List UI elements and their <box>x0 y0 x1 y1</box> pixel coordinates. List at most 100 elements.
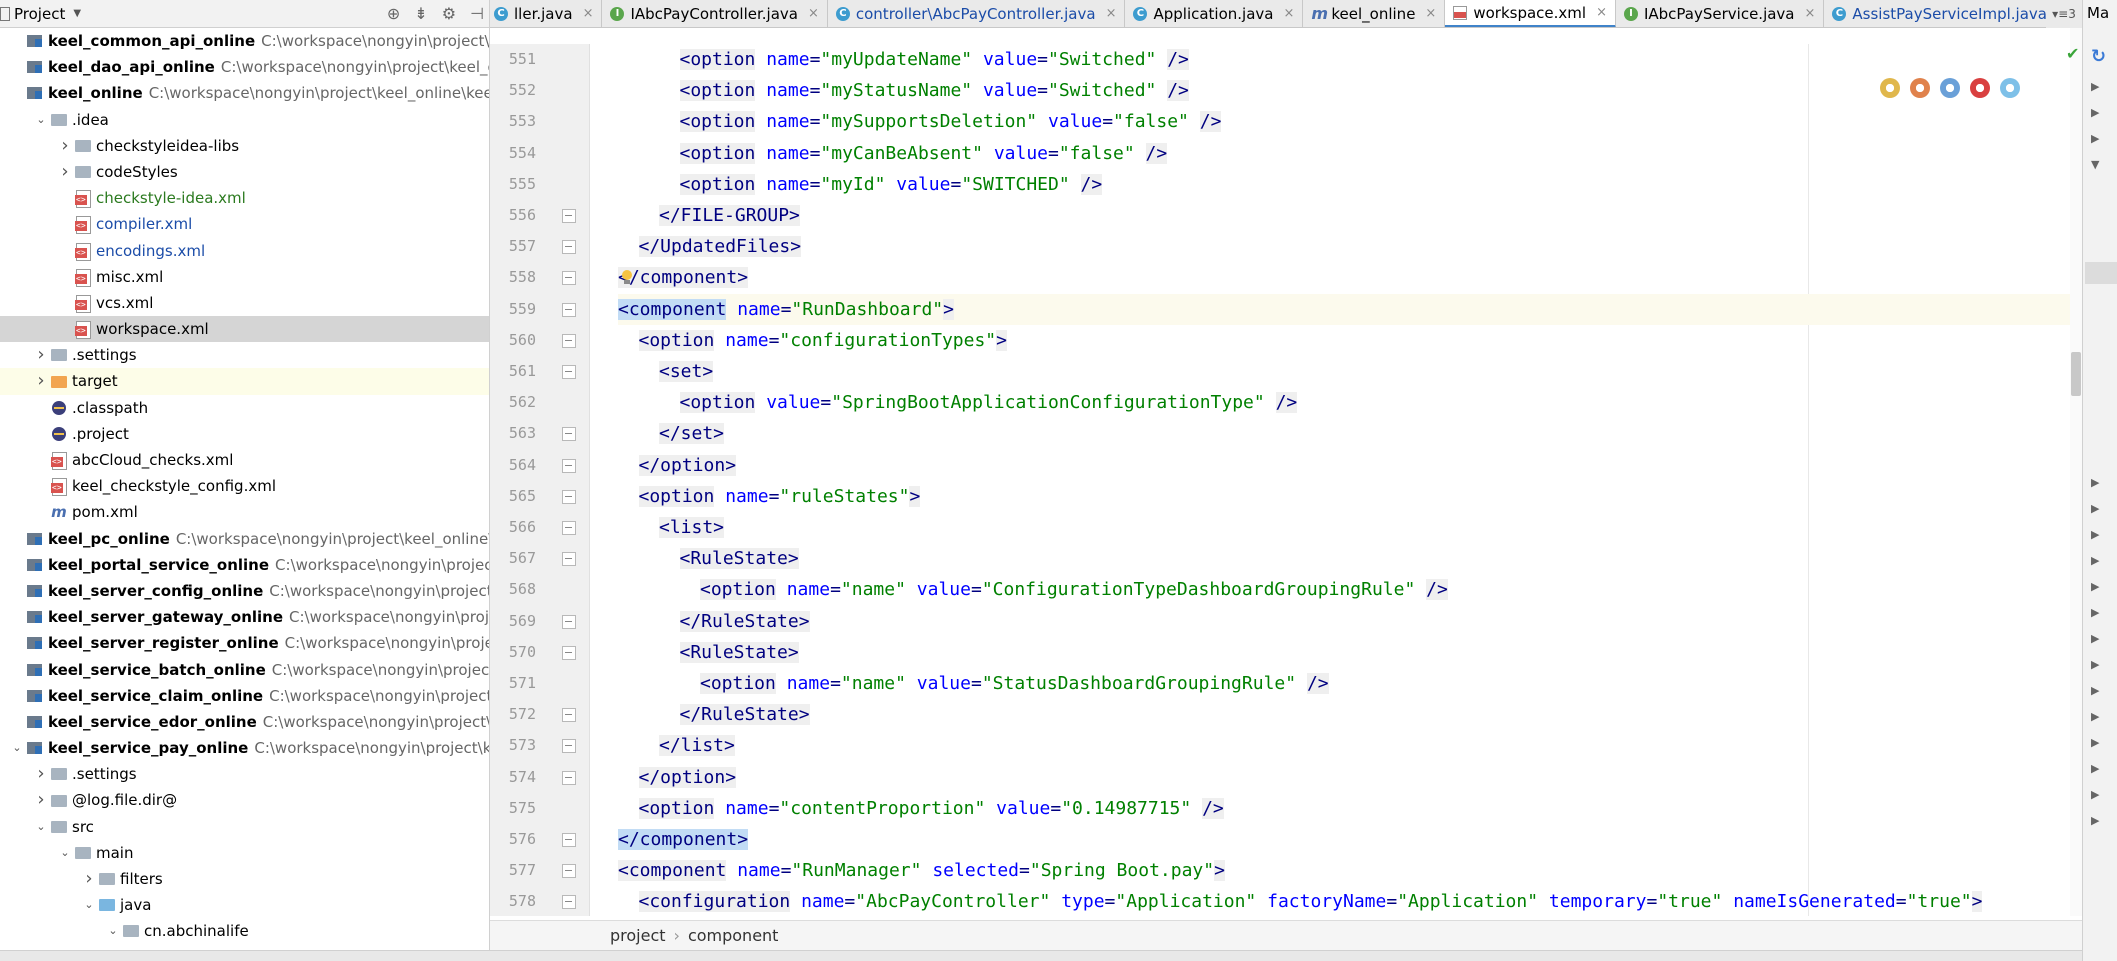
tree-node[interactable]: › .settings <box>0 761 489 787</box>
code-line[interactable]: <set> <box>618 356 2074 387</box>
fold-toggle-icon[interactable] <box>562 708 576 723</box>
tree-node[interactable]: ⌄ java <box>0 892 489 918</box>
tree-node[interactable]: › checkstyleidea-libs <box>0 133 489 159</box>
chevron-right-icon[interactable]: ▶ <box>2091 80 2099 93</box>
chevron-right-icon[interactable]: ▶ <box>2091 132 2099 145</box>
chevron-right-icon[interactable]: ▶ <box>2091 814 2099 827</box>
chevron-right-icon[interactable]: ▶ <box>2091 736 2099 749</box>
fold-toggle-icon[interactable] <box>562 489 576 504</box>
close-icon[interactable]: × <box>1596 0 1607 27</box>
code-line[interactable]: <option name="myId" value="SWITCHED" /> <box>618 169 2074 200</box>
tree-node[interactable]: keel_common_api_online C:\workspace\nongy… <box>0 28 489 54</box>
chrome-icon[interactable] <box>1880 78 1900 98</box>
close-icon[interactable]: × <box>1805 0 1816 27</box>
close-icon[interactable]: × <box>808 0 819 27</box>
tree-node[interactable]: ⌄ .idea <box>0 107 489 133</box>
tree-node[interactable]: keel_portal_service_online C:\workspace\n… <box>0 552 489 578</box>
hide-panel-icon[interactable]: ⊣ <box>470 4 484 23</box>
opera-icon[interactable] <box>1970 78 1990 98</box>
fold-toggle-icon[interactable] <box>562 365 576 379</box>
code-line[interactable]: <option name="name" value="Configuration… <box>618 574 2074 605</box>
ie-icon[interactable] <box>2000 78 2020 98</box>
code-line[interactable]: <option name="name" value="StatusDashboa… <box>618 668 2074 699</box>
tree-node[interactable]: keel_pc_online C:\workspace\nongyin\proje… <box>0 526 489 552</box>
code-line[interactable]: <component name="RunManager" selected="S… <box>618 855 2074 886</box>
tree-node[interactable]: keel_server_gateway_online C:\workspace\n… <box>0 604 489 630</box>
fold-toggle-icon[interactable] <box>562 614 576 629</box>
fold-toggle-icon[interactable] <box>562 302 576 317</box>
close-icon[interactable]: × <box>1283 0 1294 27</box>
code-line[interactable]: <configuration name="AbcPayController" t… <box>618 886 2074 916</box>
inspection-ok-icon[interactable]: ✔ <box>2066 44 2079 63</box>
project-view-selector[interactable]: Project <box>14 5 65 23</box>
fold-toggle-icon[interactable] <box>562 864 576 879</box>
fold-toggle-icon[interactable] <box>562 427 576 442</box>
safari-icon[interactable] <box>1940 78 1960 98</box>
fold-toggle-icon[interactable] <box>562 770 576 785</box>
tree-node[interactable]: .project <box>0 421 489 447</box>
fold-toggle-icon[interactable] <box>562 240 576 255</box>
chevron-down-icon[interactable]: ⌄ <box>34 107 48 133</box>
code-line[interactable]: </list> <box>618 730 2074 761</box>
code-line[interactable]: </component> <box>618 824 2074 855</box>
chevron-right-icon[interactable]: ▶ <box>2091 710 2099 723</box>
chevron-right-icon[interactable]: › <box>58 133 72 159</box>
chevron-right-icon[interactable]: ▶ <box>2091 632 2099 645</box>
tree-node[interactable]: › .settings <box>0 342 489 368</box>
breadcrumb-item-project[interactable]: project <box>610 926 666 945</box>
editor-tab[interactable]: Application.java × <box>1125 0 1304 27</box>
editor-tab[interactable]: keel_online × <box>1303 0 1446 27</box>
code-line[interactable]: <option name="myCanBeAbsent" value="fals… <box>618 138 2074 169</box>
code-line[interactable]: <option name="ruleStates"> <box>618 481 2074 512</box>
tree-node[interactable]: keel_service_batch_online C:\workspace\no… <box>0 657 489 683</box>
maven-tool-tab[interactable]: Ma <box>2087 4 2109 22</box>
tree-node[interactable]: ⌄ main <box>0 840 489 866</box>
tree-node[interactable]: ⌄ keel_service_pay_online C:\workspace\non… <box>0 735 489 761</box>
chevron-right-icon[interactable]: › <box>34 368 48 394</box>
code-line[interactable]: <RuleState> <box>618 543 2074 574</box>
intention-bulb-icon[interactable] <box>620 270 634 286</box>
tree-node[interactable]: keel_service_claim_online C:\workspace\no… <box>0 683 489 709</box>
code-line[interactable]: <option name="configurationTypes"> <box>618 325 2074 356</box>
tree-node[interactable]: encodings.xml <box>0 238 489 264</box>
firefox-icon[interactable] <box>1910 78 1930 98</box>
code-line[interactable]: <option value="SpringBootApplicationConf… <box>618 387 2074 418</box>
chevron-down-icon[interactable]: ⌄ <box>58 840 72 866</box>
editor-tab[interactable]: IAbcPayService.java × <box>1616 0 1825 27</box>
fold-toggle-icon[interactable] <box>562 833 576 847</box>
collapse-all-icon[interactable]: ⇟ <box>414 4 427 23</box>
fold-toggle-icon[interactable] <box>562 645 576 660</box>
tree-node[interactable]: › codeStyles <box>0 159 489 185</box>
tree-node[interactable]: workspace.xml <box>0 316 489 343</box>
chevron-right-icon[interactable]: › <box>34 761 48 787</box>
chevron-right-icon[interactable]: ▶ <box>2091 476 2099 489</box>
fold-toggle-icon[interactable] <box>562 458 576 473</box>
code-line[interactable]: </RuleState> <box>618 606 2074 637</box>
editor-tab[interactable]: ller.java × <box>490 0 603 27</box>
tree-node[interactable]: vcs.xml <box>0 290 489 316</box>
fold-toggle-icon[interactable] <box>562 521 576 535</box>
chevron-right-icon[interactable]: ▶ <box>2091 658 2099 671</box>
tree-node[interactable]: keel_online C:\workspace\nongyin\project\… <box>0 80 489 106</box>
chevron-down-icon[interactable]: ⌄ <box>82 892 96 918</box>
tree-node[interactable]: m pom.xml <box>0 499 489 525</box>
tree-node[interactable]: › @log.file.dir@ <box>0 787 489 813</box>
error-stripe[interactable] <box>2070 28 2082 916</box>
chevron-right-icon[interactable]: ▶ <box>2091 580 2099 593</box>
chevron-right-icon[interactable]: ▶ <box>2091 554 2099 567</box>
tree-node[interactable]: keel_dao_api_online C:\workspace\nongyin\… <box>0 54 489 80</box>
tree-node[interactable]: ⌄ cn.abchinalife <box>0 918 489 944</box>
gear-icon[interactable]: ⚙ <box>442 4 456 23</box>
chevron-right-icon[interactable]: ▶ <box>2091 106 2099 119</box>
close-icon[interactable]: × <box>1425 0 1436 27</box>
chevron-right-icon[interactable]: ▶ <box>2091 606 2099 619</box>
chevron-down-icon[interactable]: ▼ <box>2091 158 2099 171</box>
chevron-right-icon[interactable]: ▶ <box>2091 502 2099 515</box>
tabs-overflow-button[interactable]: ▾≡3 <box>2046 0 2082 28</box>
chevron-right-icon[interactable]: › <box>58 159 72 185</box>
editor-tab[interactable]: workspace.xml × <box>1445 0 1616 27</box>
sync-icon[interactable]: ↻ <box>2091 46 2106 67</box>
code-line[interactable]: <list> <box>618 512 2074 543</box>
tree-node[interactable]: misc.xml <box>0 264 489 290</box>
code-line[interactable]: <RuleState> <box>618 637 2074 668</box>
